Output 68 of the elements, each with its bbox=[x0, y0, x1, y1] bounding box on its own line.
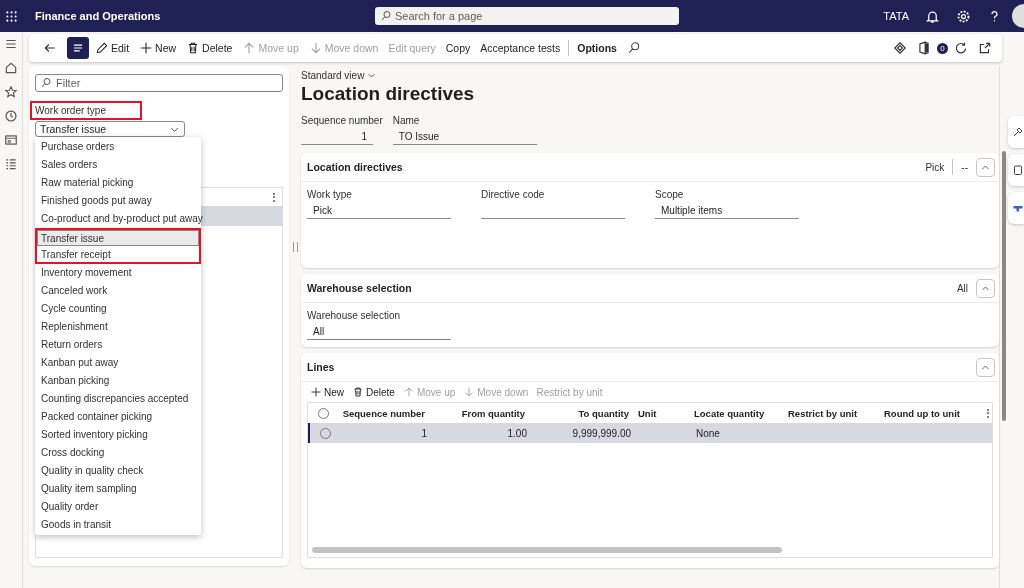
toolbar-button[interactable]: New bbox=[135, 37, 181, 59]
dropdown-option[interactable]: Purchase orders bbox=[35, 138, 201, 156]
field-label: Scope bbox=[655, 189, 685, 200]
page-title: Location directives bbox=[301, 83, 476, 105]
section-title: Warehouse selection bbox=[307, 282, 412, 294]
dropdown-option[interactable]: Finished goods put away bbox=[35, 192, 201, 210]
field-label: Work type bbox=[307, 189, 353, 200]
app-title: Finance and Operations bbox=[35, 10, 162, 22]
field-label: Sequence number bbox=[301, 115, 383, 126]
field-label: Name bbox=[392, 115, 421, 126]
column-header[interactable]: From quantity bbox=[428, 407, 528, 419]
field-label: Work order type bbox=[32, 103, 140, 118]
dropdown-option[interactable]: Co-product and by-product put away bbox=[35, 210, 201, 228]
dropdown-option[interactable]: Cycle counting bbox=[35, 300, 201, 318]
dropdown-option[interactable]: Transfer receipt bbox=[35, 246, 201, 264]
dropdown-option[interactable]: Raw material picking bbox=[35, 174, 201, 192]
field-label: Directive code bbox=[481, 189, 546, 200]
table-cell: 1.00 bbox=[507, 427, 527, 439]
table-cell: 9,999,999.00 bbox=[572, 427, 631, 439]
filter-field[interactable]: Filter bbox=[35, 74, 283, 92]
dropdown-option[interactable]: Replenishment bbox=[35, 318, 201, 336]
column-header[interactable]: Restrict by unit bbox=[782, 407, 878, 419]
toolbar-button[interactable]: Edit bbox=[91, 37, 134, 59]
dropdown-option[interactable]: Transfer issue bbox=[35, 228, 201, 246]
toolbar-button[interactable]: Acceptance tests bbox=[476, 37, 565, 59]
dropdown-option[interactable]: Sorted inventory picking bbox=[35, 426, 201, 444]
dropdown-option[interactable]: Goods in transit bbox=[35, 516, 201, 534]
dropdown-option[interactable]: Canceled work bbox=[35, 282, 201, 300]
toolbar-button[interactable]: Delete bbox=[349, 383, 398, 401]
column-header[interactable]: Sequence number bbox=[338, 407, 428, 419]
dropdown-option[interactable]: Quality in quality check bbox=[35, 462, 201, 480]
input-field[interactable]: TO Issue bbox=[392, 129, 537, 145]
toolbar-button[interactable]: Delete bbox=[182, 37, 237, 59]
toolbar-button[interactable]: New bbox=[307, 383, 347, 401]
dropdown-option[interactable]: Quality order bbox=[35, 498, 201, 516]
input-field[interactable]: 1 bbox=[301, 129, 373, 145]
dropdown-option[interactable]: Packed container picking bbox=[35, 408, 201, 426]
table-row[interactable]: 1 1.00 9,999,999.00 None bbox=[308, 423, 992, 443]
dropdown-option[interactable]: Cross docking bbox=[35, 444, 201, 462]
section-title: Lines bbox=[307, 361, 335, 373]
input-field[interactable]: All bbox=[307, 324, 451, 340]
field-label: Warehouse selection bbox=[307, 310, 401, 321]
dropdown-option[interactable]: Counting discrepancies accepted bbox=[35, 390, 201, 408]
dropdown-option[interactable]: Sales orders bbox=[35, 156, 201, 174]
view-selector[interactable]: Standard view bbox=[301, 70, 999, 81]
section-title: Location directives bbox=[307, 161, 403, 173]
options-tab[interactable]: Options bbox=[573, 37, 621, 59]
section-summary: Pick bbox=[925, 161, 945, 173]
input-field[interactable]: Pick bbox=[307, 203, 451, 219]
dropdown-option[interactable]: Quality item sampling bbox=[35, 480, 201, 498]
search-field[interactable]: Search for a page bbox=[375, 7, 679, 25]
company-name[interactable]: TATA bbox=[883, 10, 909, 22]
toolbar-button[interactable]: Copy bbox=[441, 37, 475, 59]
table-cell: None bbox=[696, 427, 720, 439]
column-header[interactable]: Unit bbox=[632, 407, 688, 419]
column-header[interactable]: To quantity bbox=[528, 407, 632, 419]
dropdown-option[interactable]: Inventory movement bbox=[35, 264, 201, 282]
section-summary: -- bbox=[961, 161, 968, 173]
dropdown-option[interactable]: Kanban put away bbox=[35, 354, 201, 372]
input-field[interactable]: Multiple items bbox=[655, 203, 799, 219]
column-header[interactable]: Round up to unit bbox=[878, 407, 978, 419]
work-order-type-dropdown[interactable]: Transfer issue bbox=[35, 121, 185, 137]
notification-badge[interactable]: 0 bbox=[937, 42, 948, 54]
column-header[interactable]: Locate quantity bbox=[688, 407, 782, 419]
table-cell: 1 bbox=[421, 427, 427, 439]
section-summary: All bbox=[956, 282, 968, 294]
dropdown-option[interactable]: Return orders bbox=[35, 336, 201, 354]
dropdown-option[interactable]: Kanban picking bbox=[35, 372, 201, 390]
